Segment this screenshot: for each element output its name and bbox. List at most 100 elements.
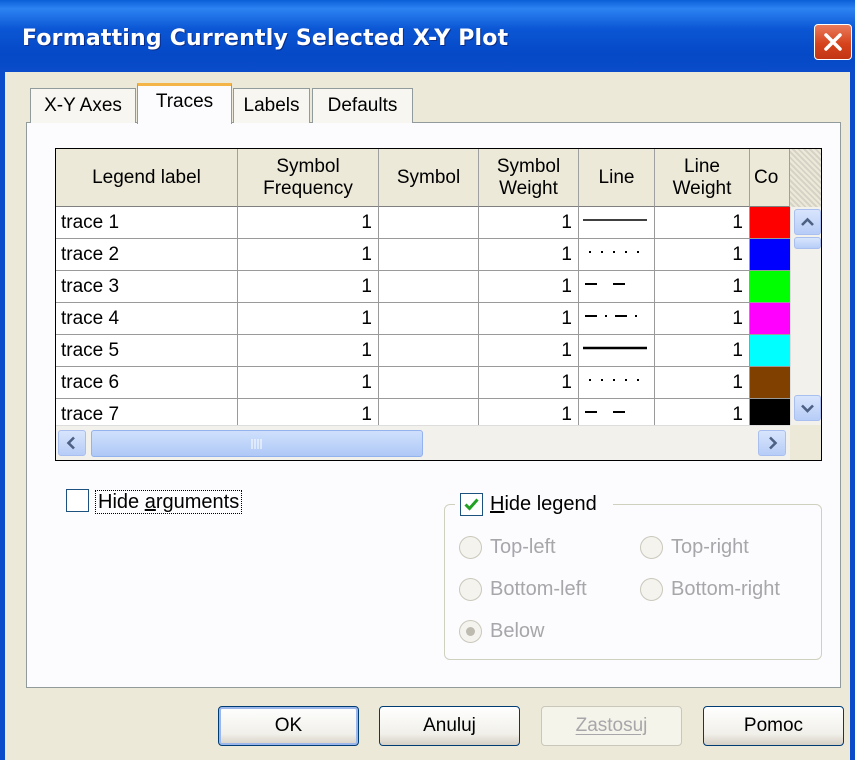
radio-bottom-right-label: Bottom-right [671, 578, 780, 600]
ok-button[interactable]: OK [218, 706, 359, 746]
scroll-right-button[interactable] [758, 430, 786, 456]
color-swatch-cell[interactable] [750, 271, 790, 303]
vertical-scrollbar[interactable] [790, 207, 821, 425]
symbol-frequency-cell[interactable]: 1 [238, 335, 379, 367]
symbol-weight-cell[interactable]: 1 [479, 303, 579, 335]
line-style-sample [583, 346, 647, 350]
tab-labels[interactable]: Labels [233, 88, 310, 123]
symbol-cell[interactable] [379, 239, 479, 271]
color-swatch-cell[interactable] [750, 207, 790, 239]
radio-top-left-label: Top-left [490, 536, 556, 558]
color-swatch-cell[interactable] [750, 367, 790, 399]
symbol-frequency-cell[interactable]: 1 [238, 271, 379, 303]
header-filler [790, 149, 821, 207]
tab-traces[interactable]: Traces [137, 83, 232, 124]
radio-top-left[interactable] [459, 536, 482, 559]
hide-arguments-checkbox[interactable] [66, 489, 89, 512]
line-style-cell[interactable] [579, 239, 655, 271]
radio-top-right-label: Top-right [671, 536, 749, 558]
legend-label-cell[interactable]: trace 5 [56, 335, 238, 367]
symbol-weight-cell[interactable]: 1 [479, 207, 579, 239]
symbol-cell[interactable] [379, 335, 479, 367]
window-title: Formatting Currently Selected X-Y Plot [22, 26, 509, 51]
line-style-cell[interactable] [579, 303, 655, 335]
symbol-cell[interactable] [379, 207, 479, 239]
legend-label-cell[interactable]: trace 3 [56, 271, 238, 303]
title-bar[interactable]: Formatting Currently Selected X-Y Plot [0, 0, 855, 72]
traces-grid[interactable]: Legend label Symbol Frequency Symbol Sym… [55, 148, 822, 461]
line-style-sample [583, 219, 647, 221]
symbol-frequency-cell[interactable]: 1 [238, 303, 379, 335]
line-weight-cell[interactable]: 1 [655, 367, 750, 399]
grip-icon [251, 439, 262, 449]
scroll-down-button[interactable] [794, 395, 821, 421]
symbol-weight-cell[interactable]: 1 [479, 367, 579, 399]
line-weight-cell[interactable]: 1 [655, 239, 750, 271]
scroll-left-button[interactable] [58, 430, 86, 456]
scroll-up-button[interactable] [794, 209, 821, 235]
legend-label-cell[interactable]: trace 4 [56, 303, 238, 335]
line-style-sample [585, 283, 625, 285]
line-style-cell[interactable] [579, 207, 655, 239]
symbol-weight-cell[interactable]: 1 [479, 335, 579, 367]
column-header-symbol-weight[interactable]: Symbol Weight [479, 149, 579, 207]
color-swatch-cell[interactable] [750, 239, 790, 271]
chevron-right-icon [769, 436, 778, 450]
dialog-window: Formatting Currently Selected X-Y Plot X… [0, 0, 855, 760]
line-weight-cell[interactable]: 1 [655, 335, 750, 367]
line-style-cell[interactable] [579, 335, 655, 367]
line-weight-cell[interactable]: 1 [655, 207, 750, 239]
symbol-weight-cell[interactable]: 1 [479, 239, 579, 271]
hide-legend-label[interactable]: Hide legend [490, 493, 597, 515]
radio-bottom-left[interactable] [459, 578, 482, 601]
symbol-cell[interactable] [379, 303, 479, 335]
chevron-down-icon [801, 404, 814, 413]
chevron-left-icon [66, 436, 75, 450]
line-weight-cell[interactable]: 1 [655, 271, 750, 303]
legend-label-cell[interactable]: trace 1 [56, 207, 238, 239]
horizontal-scroll-thumb[interactable] [91, 430, 423, 457]
symbol-frequency-cell[interactable]: 1 [238, 367, 379, 399]
horizontal-scrollbar[interactable] [56, 425, 790, 460]
symbol-frequency-cell[interactable]: 1 [238, 239, 379, 271]
symbol-cell[interactable] [379, 367, 479, 399]
symbol-cell[interactable] [379, 271, 479, 303]
column-header-color[interactable]: Co [750, 149, 790, 207]
legend-label-cell[interactable]: trace 2 [56, 239, 238, 271]
color-swatch-cell[interactable] [750, 303, 790, 335]
symbol-weight-cell[interactable]: 1 [479, 271, 579, 303]
tab-xy-axes[interactable]: X-Y Axes [30, 88, 136, 123]
radio-bottom-left-label: Bottom-left [490, 578, 587, 600]
line-weight-cell[interactable]: 1 [655, 303, 750, 335]
line-style-sample [585, 411, 625, 413]
radio-below[interactable] [459, 620, 482, 643]
radio-below-label: Below [490, 620, 545, 642]
window-frame-right [850, 72, 855, 760]
cancel-button[interactable]: Anuluj [379, 706, 520, 746]
help-button[interactable]: Pomoc [703, 706, 844, 746]
column-header-line[interactable]: Line [579, 149, 655, 207]
hide-arguments-label[interactable]: Hide arguments [95, 490, 243, 514]
column-header-line-weight[interactable]: Line Weight [655, 149, 750, 207]
radio-bottom-right[interactable] [640, 578, 663, 601]
close-button[interactable] [814, 24, 852, 60]
line-style-sample [589, 379, 639, 381]
vertical-scroll-thumb[interactable] [794, 237, 821, 249]
radio-top-right[interactable] [640, 536, 663, 559]
checkmark-icon [464, 498, 479, 511]
scrollbar-corner [790, 425, 821, 460]
hide-legend-checkbox[interactable] [460, 493, 483, 516]
window-frame-left [0, 72, 5, 760]
line-style-cell[interactable] [579, 367, 655, 399]
tab-defaults[interactable]: Defaults [312, 88, 413, 123]
legend-label-cell[interactable]: trace 6 [56, 367, 238, 399]
color-swatch-cell[interactable] [750, 335, 790, 367]
radio-selected-dot [466, 627, 475, 636]
apply-button[interactable]: Zastosuj [541, 706, 682, 746]
symbol-frequency-cell[interactable]: 1 [238, 207, 379, 239]
column-header-symbol[interactable]: Symbol [379, 149, 479, 207]
column-header-symbol-frequency[interactable]: Symbol Frequency [238, 149, 379, 207]
column-header-legend-label[interactable]: Legend label [56, 149, 238, 207]
line-style-cell[interactable] [579, 271, 655, 303]
close-x-icon [824, 33, 842, 51]
